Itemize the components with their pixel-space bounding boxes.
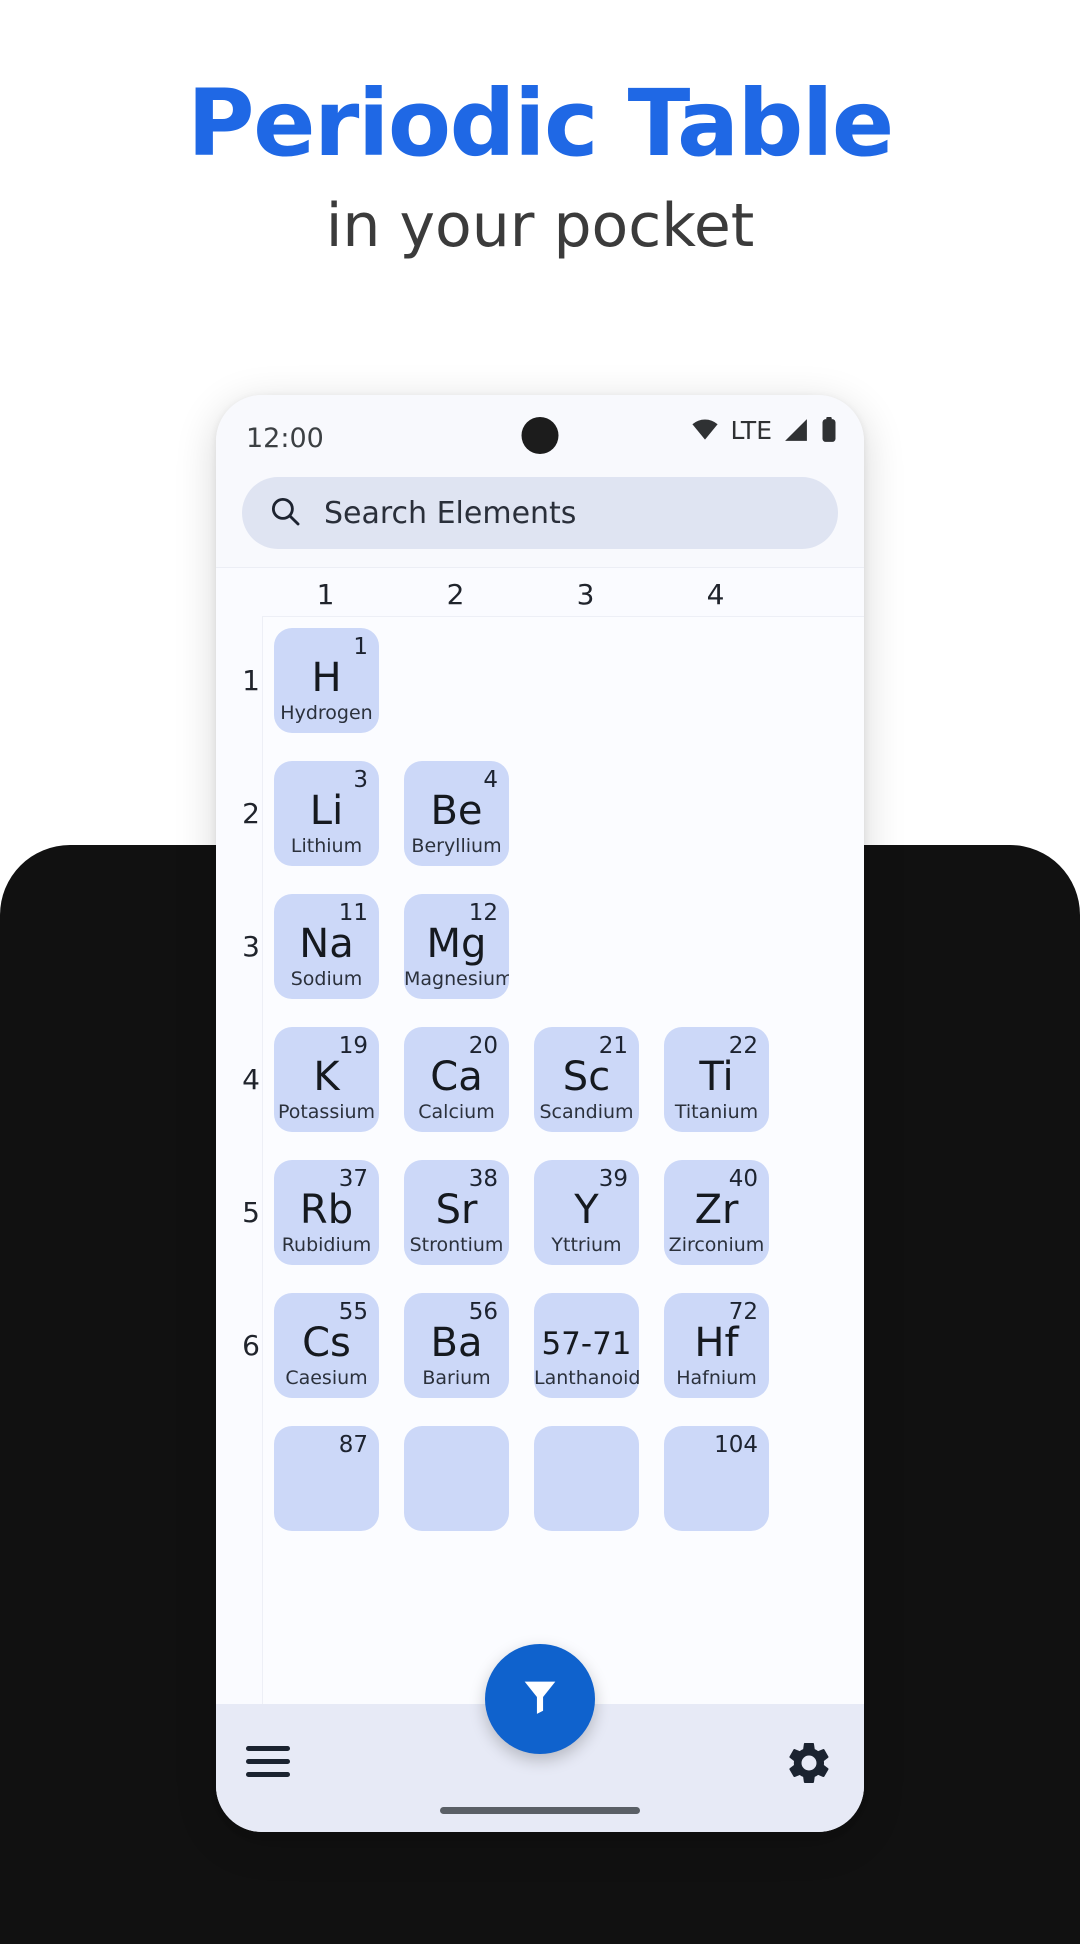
element-name: Lithium [290,835,363,857]
element-atomic-number: 104 [714,1432,758,1458]
element-name: Scandium [539,1101,634,1123]
gear-icon[interactable] [784,1738,834,1793]
column-header: 4 [706,578,725,611]
element-symbol: Li [309,788,344,834]
battery-icon [820,417,838,443]
element-cell[interactable]: 40 Zr Zirconium [664,1160,769,1265]
element-symbol: Zr [694,1187,739,1233]
element-symbol: Rb [299,1187,354,1233]
element-cell[interactable]: 1 H Hydrogen [274,628,379,733]
element-symbol: K [313,1054,340,1100]
promo-headline: Periodic Table in your pocket [0,0,1080,261]
column-header: 3 [576,578,595,611]
page-title: Periodic Table [187,70,894,177]
element-symbol: Y [574,1187,599,1233]
wifi-icon [690,418,720,442]
element-cell[interactable] [404,1426,509,1531]
element-name: Zirconium [668,1234,765,1256]
element-atomic-number: 39 [598,1166,628,1192]
element-cell[interactable]: 3 Li Lithium [274,761,379,866]
gesture-navigation-bar [440,1807,640,1814]
menu-line [246,1746,290,1751]
element-cell[interactable]: 56 Ba Barium [404,1293,509,1398]
status-time: 12:00 [246,423,324,454]
element-cell[interactable]: 4 Be Beryllium [404,761,509,866]
element-cell[interactable]: 55 Cs Caesium [274,1293,379,1398]
menu-line [246,1759,290,1764]
element-cell[interactable]: 38 Sr Strontium [404,1160,509,1265]
page-subtitle: in your pocket [325,191,755,261]
column-header: 2 [446,578,465,611]
search-placeholder-text: Search Elements [324,495,577,531]
element-symbol: Mg [426,921,487,967]
element-cell[interactable]: 11 Na Sodium [274,894,379,999]
element-symbol: Na [299,921,354,967]
network-type-label: LTE [730,415,772,445]
element-symbol: Ba [430,1320,483,1366]
signal-icon [782,418,810,442]
element-name: Sodium [290,968,363,990]
status-icons: LTE [690,417,838,443]
camera-punch-hole [521,417,559,454]
element-cell[interactable]: 87 [274,1426,379,1531]
element-name: Hydrogen [280,702,373,724]
column-header: 1 [316,578,335,611]
element-grid[interactable]: 1 H Hydrogen 3 Li Lithium 4 Be Beryllium 11 Na Sodi… [262,616,864,1728]
element-cell[interactable]: 72 Hf Hafnium [664,1293,769,1398]
element-name: Lanthanoids [534,1367,639,1389]
element-cell[interactable]: 39 Y Yttrium [534,1160,639,1265]
element-atomic-number: 19 [338,1033,368,1059]
element-name: Rubidium [281,1234,372,1256]
phone-mockup: 12:00 LTE Search Elements 1 2 3 4 1 2 3 … [216,395,864,1832]
element-atomic-number: 4 [483,767,498,793]
element-atomic-number: 1 [353,634,368,660]
element-symbol: Cs [302,1320,351,1366]
element-symbol: Hf [694,1320,739,1366]
element-cell[interactable]: 20 Ca Calcium [404,1027,509,1132]
element-name: Caesium [285,1367,368,1389]
element-cell[interactable]: 21 Sc Scandium [534,1027,639,1132]
element-cell[interactable]: 19 K Potassium [274,1027,379,1132]
element-name: Potassium [277,1101,376,1123]
element-name: Beryllium [411,835,502,857]
element-symbol: H [311,655,342,701]
search-bar-container: Search Elements [216,471,864,567]
element-symbol: Ti [699,1054,734,1100]
column-headers: 1 2 3 4 [216,568,864,616]
element-cell[interactable]: 104 [664,1426,769,1531]
element-name: Magnesium [404,968,509,990]
element-name: Hafnium [676,1367,757,1389]
element-cell[interactable]: 12 Mg Magnesium [404,894,509,999]
periodic-table-area[interactable]: 1234 123456 1 H Hydrogen 3 Li Lithium 4 Be Beryl… [216,567,864,1728]
hamburger-menu-icon[interactable] [246,1746,290,1782]
element-atomic-number: 87 [338,1432,368,1458]
element-name: Calcium [418,1101,495,1123]
search-icon [268,494,302,533]
filter-funnel-icon [517,1674,563,1725]
element-symbol: Sc [562,1054,611,1100]
element-cell[interactable] [534,1426,639,1531]
element-name: Strontium [409,1234,504,1256]
element-atomic-number: 3 [353,767,368,793]
status-bar: 12:00 LTE [216,395,864,471]
element-symbol: 57-71 [541,1326,632,1362]
element-symbol: Ca [430,1054,483,1100]
element-symbol: Sr [435,1187,478,1233]
element-cell[interactable]: 22 Ti Titanium [664,1027,769,1132]
element-cell[interactable]: 37 Rb Rubidium [274,1160,379,1265]
element-symbol: Be [430,788,483,834]
filter-fab-button[interactable] [485,1644,595,1754]
element-name: Yttrium [551,1234,622,1256]
search-input[interactable]: Search Elements [242,477,838,549]
element-name: Titanium [674,1101,759,1123]
element-name: Barium [422,1367,491,1389]
menu-line [246,1772,290,1777]
element-cell[interactable]: 57-71 Lanthanoids [534,1293,639,1398]
